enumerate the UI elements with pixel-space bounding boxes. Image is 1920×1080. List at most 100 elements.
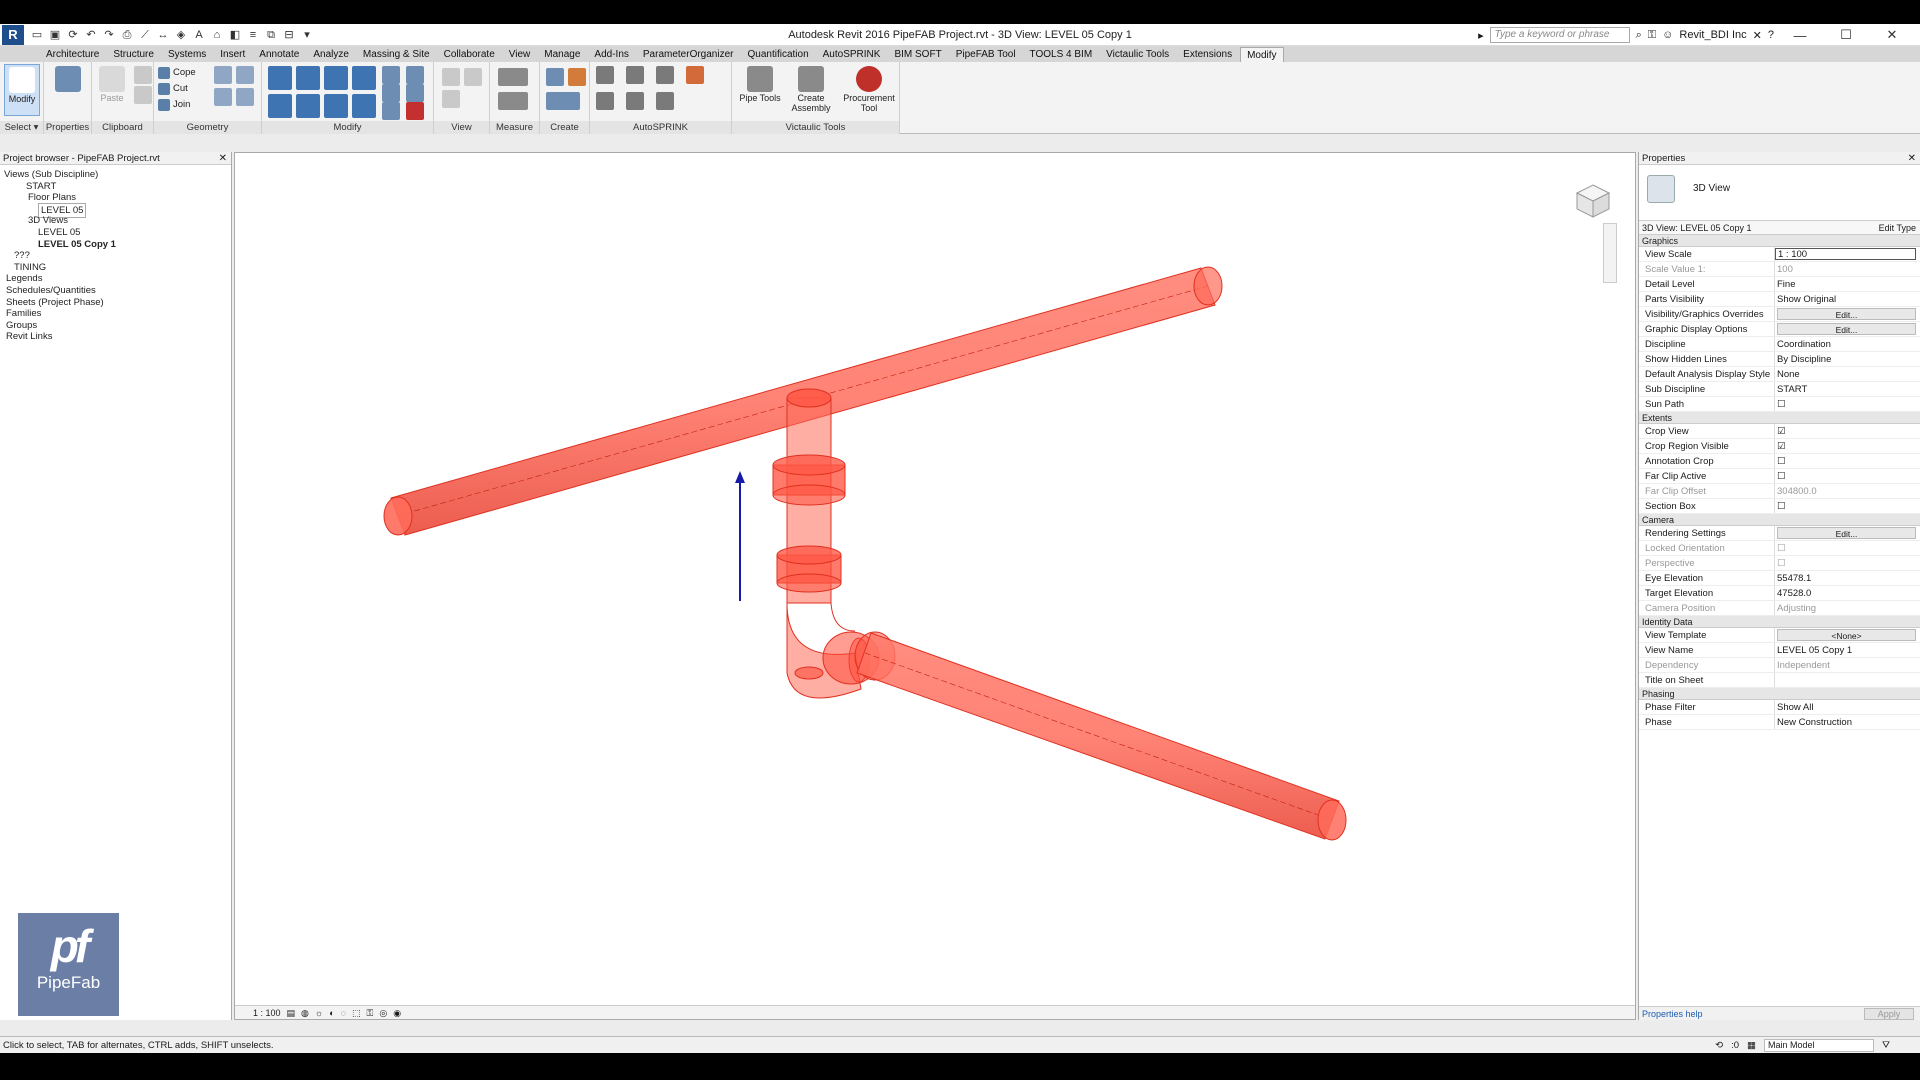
- property-row[interactable]: Camera Position Adjusting: [1639, 601, 1920, 616]
- coupling-lower[interactable]: [776, 545, 842, 593]
- autosprink-pipe-icon[interactable]: [656, 66, 674, 84]
- detail-level-icon[interactable]: ▤: [287, 1006, 296, 1019]
- cut-button[interactable]: Cut: [158, 82, 188, 96]
- rotate-icon[interactable]: [324, 94, 348, 118]
- measure-between-icon[interactable]: [498, 68, 528, 86]
- properties-button[interactable]: [50, 64, 86, 116]
- close-icon[interactable]: ✕: [219, 152, 227, 165]
- shadows-icon[interactable]: ◐: [329, 1006, 334, 1019]
- ribbon-tab-quantification[interactable]: Quantification: [741, 47, 814, 62]
- instance-filter[interactable]: 3D View: LEVEL 05 Copy 1 Edit Type: [1639, 221, 1920, 235]
- maximize-button[interactable]: ☐: [1826, 27, 1866, 43]
- property-value[interactable]: <None>: [1775, 628, 1920, 642]
- filter-icon[interactable]: ⛛: [1882, 1037, 1890, 1053]
- hide-isolate-icon[interactable]: ◎: [379, 1006, 387, 1019]
- property-value[interactable]: LEVEL 05 Copy 1: [1775, 643, 1920, 657]
- close-hidden-icon[interactable]: ⧉: [264, 28, 278, 42]
- property-section-header[interactable]: Identity Data: [1639, 616, 1920, 628]
- cut-clip-icon[interactable]: [134, 66, 152, 84]
- info-icon[interactable]: ?: [1768, 29, 1774, 41]
- undo-icon[interactable]: ↶: [84, 28, 98, 42]
- property-row[interactable]: Locked Orientation ☐: [1639, 541, 1920, 556]
- move-icon[interactable]: [268, 94, 292, 118]
- ribbon-tab-manage[interactable]: Manage: [538, 47, 586, 62]
- property-row[interactable]: View Template <None>: [1639, 628, 1920, 643]
- coupling-upper[interactable]: [772, 454, 846, 506]
- ribbon-tab-modify[interactable]: Modify: [1240, 47, 1284, 62]
- ribbon-tab-structure[interactable]: Structure: [107, 47, 160, 62]
- array-icon[interactable]: [382, 84, 400, 102]
- property-row[interactable]: Crop Region Visible ☑: [1639, 439, 1920, 454]
- save-icon[interactable]: ▣: [48, 28, 62, 42]
- property-row[interactable]: Title on Sheet: [1639, 673, 1920, 688]
- property-row[interactable]: Perspective ☐: [1639, 556, 1920, 571]
- close-icon[interactable]: ✕: [1908, 152, 1916, 165]
- ribbon-tab-annotate[interactable]: Annotate: [253, 47, 305, 62]
- property-value[interactable]: [1775, 673, 1920, 687]
- copy-icon[interactable]: [296, 94, 320, 118]
- autosprink-zoom-icon[interactable]: [596, 66, 614, 84]
- minimize-button[interactable]: —: [1780, 28, 1820, 43]
- print-icon[interactable]: ⎙: [120, 28, 134, 42]
- autosprink-head-icon[interactable]: [626, 66, 644, 84]
- property-value[interactable]: ☐: [1775, 454, 1920, 468]
- property-value[interactable]: ☐: [1775, 499, 1920, 513]
- property-value[interactable]: Adjusting: [1775, 601, 1920, 615]
- ribbon-tab-collaborate[interactable]: Collaborate: [438, 47, 501, 62]
- property-section-header[interactable]: Extents: [1639, 412, 1920, 424]
- property-value[interactable]: ☑: [1775, 439, 1920, 453]
- property-row[interactable]: Show Hidden Lines By Discipline: [1639, 352, 1920, 367]
- procurement-tool-button[interactable]: Procurement Tool: [842, 64, 896, 116]
- visual-style-icon[interactable]: ◍: [301, 1006, 309, 1019]
- ribbon-tab-architecture[interactable]: Architecture: [40, 47, 105, 62]
- property-value[interactable]: Independent: [1775, 658, 1920, 672]
- edit-button[interactable]: <None>: [1777, 629, 1916, 641]
- property-row[interactable]: Graphic Display Options Edit...: [1639, 322, 1920, 337]
- property-value[interactable]: ☐: [1775, 556, 1920, 570]
- ribbon-tab-massing-site[interactable]: Massing & Site: [357, 47, 436, 62]
- sun-path-icon[interactable]: ☼: [315, 1006, 323, 1019]
- close-button[interactable]: ✕: [1872, 27, 1912, 43]
- split-icon[interactable]: [382, 66, 400, 84]
- app-menu-button[interactable]: R: [2, 24, 24, 45]
- property-row[interactable]: Section Box ☐: [1639, 499, 1920, 514]
- property-value[interactable]: ☑: [1775, 424, 1920, 438]
- property-value[interactable]: ☐: [1775, 469, 1920, 483]
- property-value[interactable]: Edit...: [1775, 322, 1920, 336]
- property-row[interactable]: Far Clip Offset 304800.0: [1639, 484, 1920, 499]
- override-icon[interactable]: [464, 68, 482, 86]
- property-row[interactable]: Parts Visibility Show Original: [1639, 292, 1920, 307]
- binoculars-icon[interactable]: ⌕: [1636, 29, 1642, 42]
- customize-qat-icon[interactable]: ▾: [300, 28, 314, 42]
- pipe-model-canvas[interactable]: [235, 153, 1635, 1003]
- autosprink-hanger-icon[interactable]: [686, 66, 704, 84]
- property-value[interactable]: By Discipline: [1775, 352, 1920, 366]
- align-icon[interactable]: [268, 66, 292, 90]
- panel-label-select[interactable]: Select ▾: [0, 121, 43, 134]
- property-row[interactable]: Phase Filter Show All: [1639, 700, 1920, 715]
- property-value[interactable]: 55478.1: [1775, 571, 1920, 585]
- split-face-icon[interactable]: [214, 66, 232, 84]
- lower-pipe[interactable]: [856, 632, 1347, 841]
- help-search-input[interactable]: Type a keyword or phrase: [1489, 27, 1630, 43]
- property-row[interactable]: Annotation Crop ☐: [1639, 454, 1920, 469]
- property-value[interactable]: New Construction: [1775, 715, 1920, 729]
- property-row[interactable]: View Scale 1 : 100: [1639, 247, 1920, 262]
- paint-icon[interactable]: [236, 66, 254, 84]
- ribbon-tab-insert[interactable]: Insert: [214, 47, 251, 62]
- property-section-header[interactable]: Camera: [1639, 514, 1920, 526]
- edit-type-button[interactable]: Edit Type: [1879, 221, 1916, 235]
- pipe-tools-button[interactable]: Pipe Tools: [738, 64, 782, 116]
- ribbon-tab-analyze[interactable]: Analyze: [307, 47, 355, 62]
- crop-icon[interactable]: ⬚: [352, 1006, 361, 1019]
- tag-icon[interactable]: ◈: [174, 28, 188, 42]
- switch-windows-icon[interactable]: ⊟: [282, 28, 296, 42]
- property-value[interactable]: START: [1775, 382, 1920, 396]
- property-value[interactable]: None: [1775, 367, 1920, 381]
- measure-along-icon[interactable]: [498, 92, 528, 110]
- property-row[interactable]: Crop View ☑: [1639, 424, 1920, 439]
- ribbon-tab-tools-4-bim[interactable]: TOOLS 4 BIM: [1024, 47, 1099, 62]
- ribbon-tab-parameterorganizer[interactable]: ParameterOrganizer: [637, 47, 740, 62]
- property-value[interactable]: Show All: [1775, 700, 1920, 714]
- ribbon-tab-view[interactable]: View: [503, 47, 537, 62]
